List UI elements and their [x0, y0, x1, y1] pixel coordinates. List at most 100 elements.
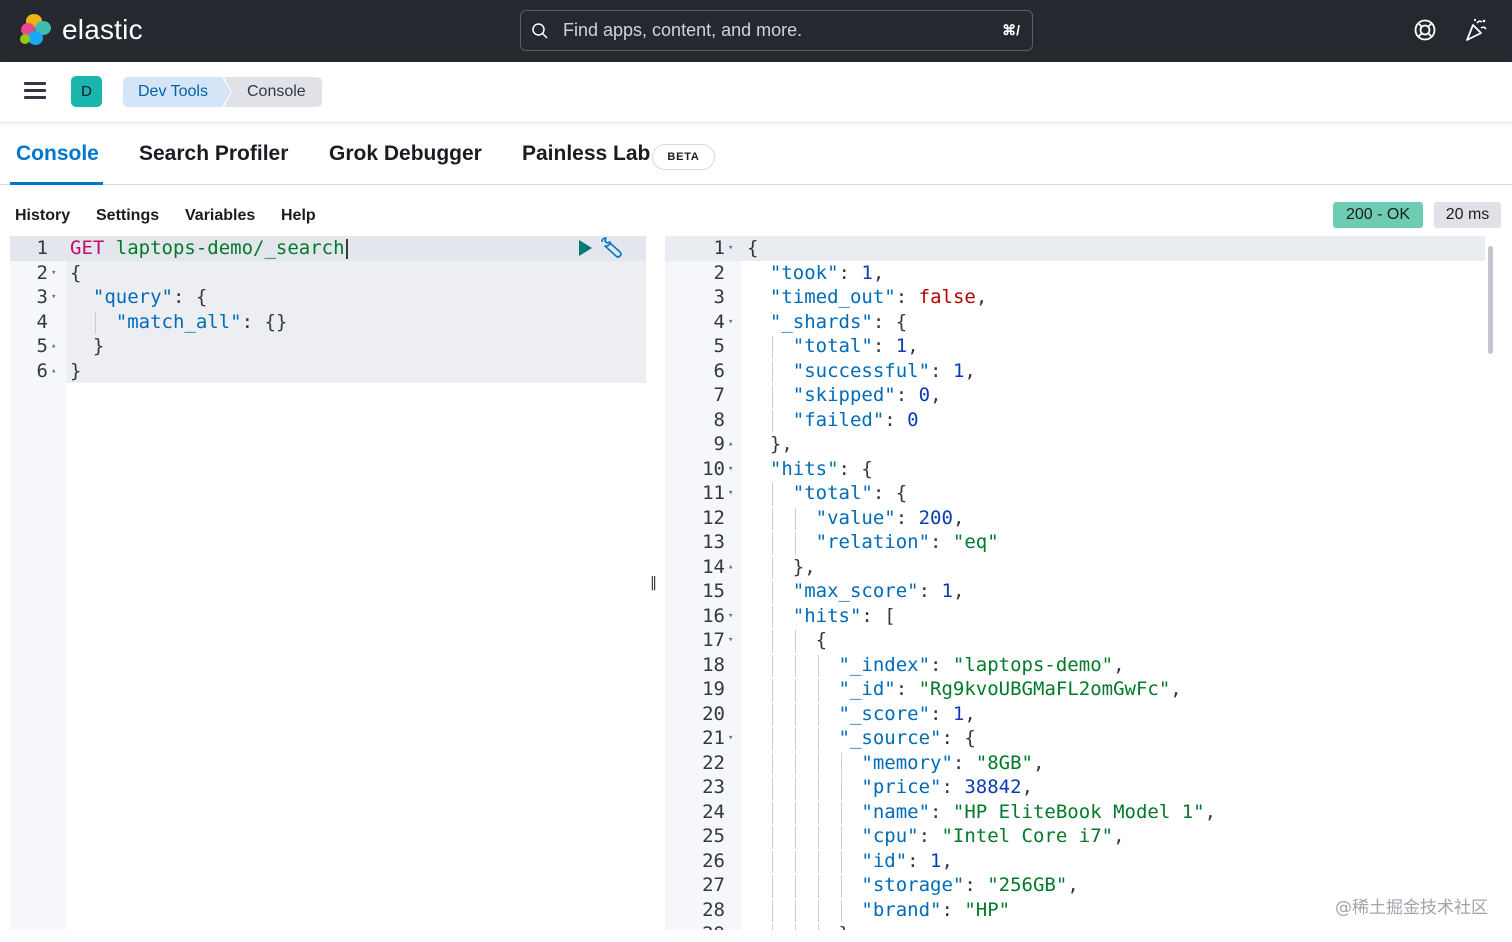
line-number: 2 [713, 261, 725, 284]
line-number: 1 [36, 237, 48, 259]
indent-guide [771, 752, 773, 775]
response-time-badge: 20 ms [1434, 202, 1501, 228]
response-line: 20 "_score": 1, [665, 702, 1485, 726]
fold-toggle-open-icon[interactable]: ▾ [728, 310, 733, 335]
tab-painless-lab[interactable]: Painless Lab [522, 142, 650, 166]
indent-guide [794, 826, 796, 849]
panel-resizer[interactable]: ‖ [650, 575, 657, 591]
fold-toggle-closed-icon[interactable]: ▴ [51, 359, 56, 384]
request-line: 1 GET laptops-demo/_search [10, 236, 646, 261]
elastic-logo[interactable]: elastic [20, 14, 143, 46]
global-search-input[interactable]: Find apps, content, and more. ⌘/ [520, 10, 1033, 51]
indent-guide [771, 507, 773, 530]
fold-toggle-open-icon[interactable]: ▾ [728, 726, 733, 751]
response-line: 9 ▴ }, [665, 432, 1485, 457]
tab-console[interactable]: Console [16, 142, 99, 166]
help-icon[interactable] [1412, 17, 1438, 43]
indent-guide [771, 801, 773, 824]
request-line: 6 ▴} [10, 359, 646, 384]
indent-guide [771, 850, 773, 873]
indent-guide [817, 777, 819, 800]
indent-guide [771, 409, 773, 432]
fold-toggle-closed-icon[interactable]: ▴ [728, 432, 733, 457]
code-text: }, [792, 555, 816, 578]
fold-toggle-open-icon[interactable]: ▾ [51, 261, 56, 286]
response-line: 14 ▴ }, [665, 555, 1485, 580]
response-line: 1 ▾ { [665, 236, 1485, 261]
settings-button[interactable]: Settings [96, 207, 159, 225]
search-shortcut: ⌘/ [1002, 22, 1020, 38]
line-number: 19 [702, 678, 725, 700]
fold-toggle-open-icon[interactable]: ▾ [728, 236, 733, 261]
response-line: 23 "price": 38842, [665, 775, 1485, 800]
response-line: 25 "cpu": "Intel Core i7", [665, 824, 1485, 849]
indent-guide [840, 850, 842, 873]
indent-guide [771, 630, 773, 653]
response-line: 4 ▾ "_shards": { [665, 310, 1485, 335]
response-line: 2 "took": 1, [665, 261, 1485, 286]
line-number: 1 [713, 237, 725, 259]
menu-icon[interactable] [24, 82, 46, 100]
indent-guide [840, 875, 842, 898]
tab-grok-debugger[interactable]: Grok Debugger [329, 142, 482, 166]
news-feed-icon[interactable] [1463, 17, 1489, 43]
request-editor[interactable]: 1 GET laptops-demo/_search 2 ▾ {3 ▾ "query": … [10, 236, 646, 930]
tab-search-profiler[interactable]: Search Profiler [139, 142, 288, 166]
code-text: "brand": "HP" [861, 898, 1011, 921]
fold-toggle-open-icon[interactable]: ▾ [728, 481, 733, 506]
indent-guide [840, 899, 842, 922]
indent-guide [817, 752, 819, 775]
search-icon [532, 22, 548, 39]
variables-button[interactable]: Variables [185, 207, 255, 225]
fold-toggle-open-icon[interactable]: ▾ [728, 628, 733, 653]
indent-guide [840, 752, 842, 775]
indent-guide [771, 899, 773, 922]
indent-guide [794, 703, 796, 726]
fold-toggle-open-icon[interactable]: ▾ [51, 285, 56, 310]
indent-guide [840, 826, 842, 849]
help-button[interactable]: Help [281, 207, 316, 225]
indent-guide [794, 654, 796, 677]
code-text: "_source": { [838, 727, 976, 749]
space-avatar[interactable]: D [71, 76, 102, 107]
history-button[interactable]: History [15, 207, 70, 225]
code-text: "hits": { [769, 457, 873, 480]
fold-toggle-closed-icon[interactable]: ▴ [51, 334, 56, 359]
indent-guide [794, 875, 796, 898]
indent-guide [771, 605, 773, 628]
code-text: "timed_out": false, [769, 286, 988, 308]
line-number: 22 [702, 751, 725, 774]
line-number: 5 [36, 335, 48, 357]
code-text: "hits": [ [792, 604, 896, 627]
code-text: }, [769, 433, 793, 455]
breadcrumb-dev-tools[interactable]: Dev Tools [123, 77, 231, 107]
indent-guide [771, 654, 773, 677]
response-viewer[interactable]: 1 ▾{2 "took": 1, 3 "timed_out": false, 4 ▾ "… [665, 236, 1500, 930]
response-line: 17 ▾ { [665, 628, 1485, 653]
code-text: "price": 38842, [861, 776, 1034, 798]
code-text: "skipped": 0, [792, 384, 942, 406]
search-placeholder: Find apps, content, and more. [563, 20, 803, 40]
status-badge: 200 - OK [1333, 202, 1423, 228]
response-scrollbar[interactable] [1488, 246, 1493, 354]
indent-guide [817, 875, 819, 898]
fold-toggle-closed-icon[interactable]: ▴ [728, 555, 733, 580]
fold-toggle-open-icon[interactable]: ▾ [728, 604, 733, 629]
code-text: "successful": 1, [792, 359, 976, 382]
indent-guide [771, 703, 773, 726]
line-number: 14 [702, 555, 725, 578]
beta-badge: BETA [652, 144, 715, 170]
line-number: 7 [713, 384, 725, 406]
indent-guide [794, 850, 796, 873]
code-text: "memory": "8GB", [861, 751, 1045, 774]
line-number: 6 [36, 359, 48, 382]
request-line: 3 ▾ "query": { [10, 285, 646, 310]
response-line: 8 "failed": 0 [665, 408, 1485, 432]
indent-guide [794, 630, 796, 653]
indent-guide [794, 507, 796, 530]
fold-toggle-open-icon[interactable]: ▾ [728, 457, 733, 482]
indent-guide [794, 679, 796, 702]
indent-guide [840, 801, 842, 824]
line-number: 24 [702, 800, 725, 823]
breadcrumb-console: Console [224, 77, 322, 107]
